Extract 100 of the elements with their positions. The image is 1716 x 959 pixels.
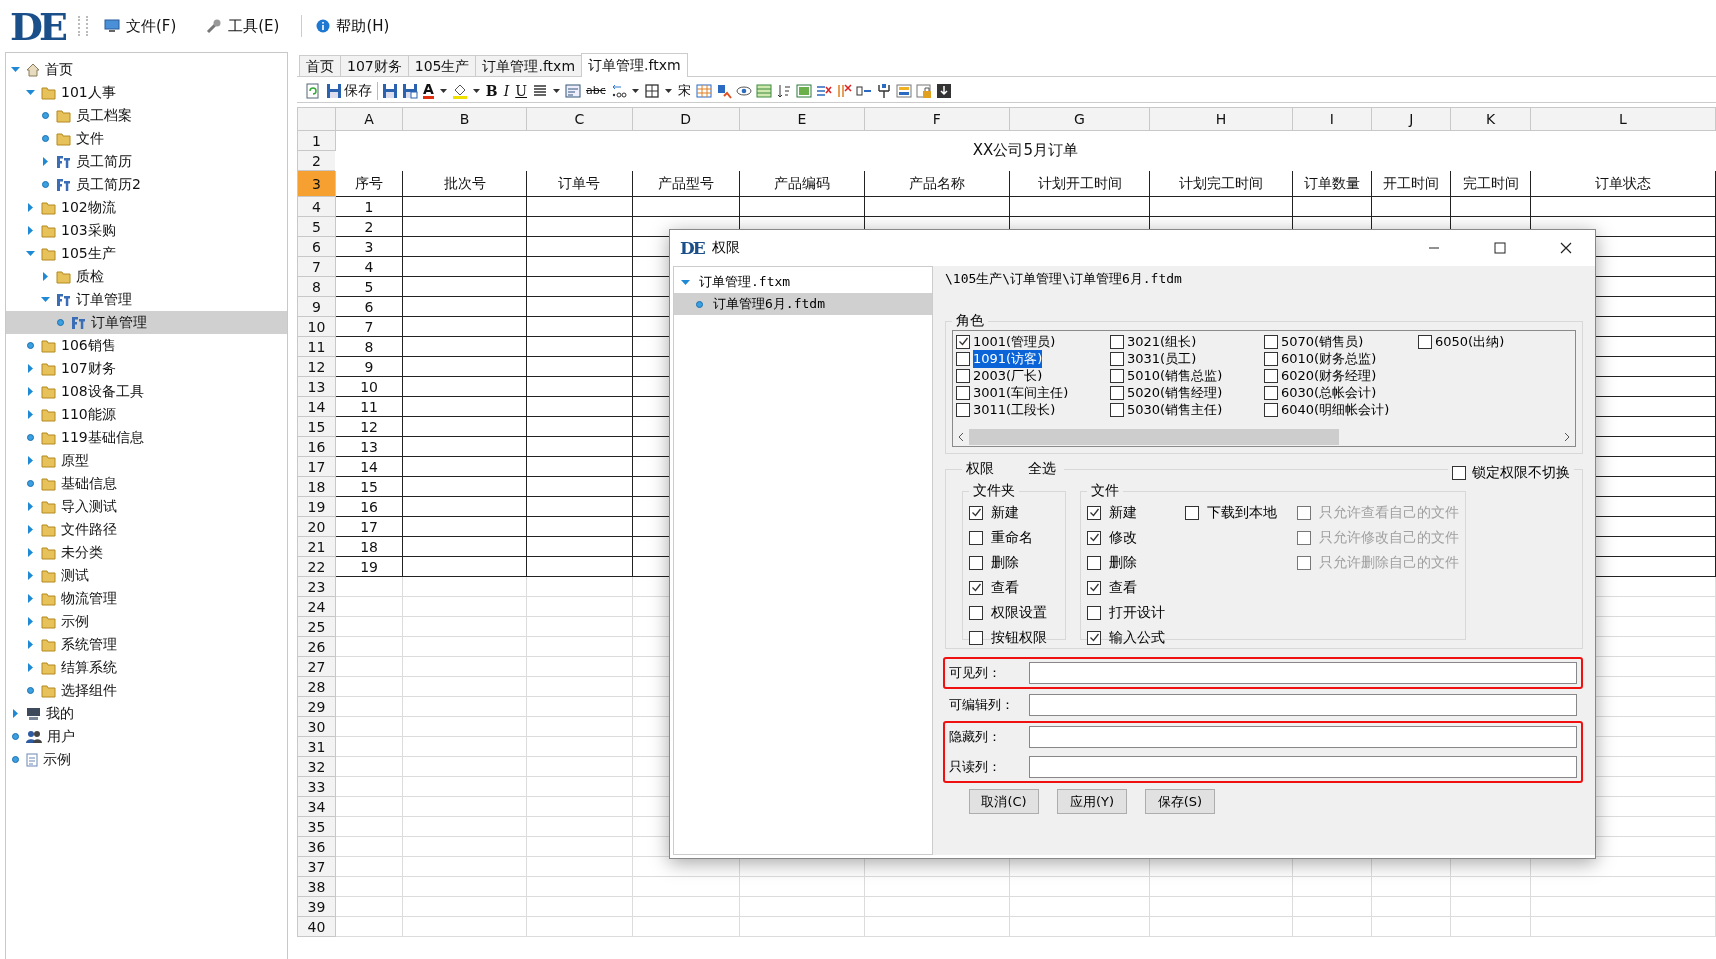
row-number[interactable]: 17 [297,456,336,477]
role-label[interactable]: 5020(销售经理) [1127,383,1223,402]
expanded-arrow-icon[interactable] [25,87,36,98]
role-label[interactable]: 3011(工段长) [973,400,1056,419]
collapsed-arrow-icon[interactable] [25,593,36,604]
checkbox[interactable] [1264,402,1278,417]
checkbox[interactable] [1264,351,1278,366]
checkbox[interactable] [956,385,970,400]
role-label[interactable]: 5030(销售主任) [1127,400,1223,419]
scrollbar-thumb[interactable] [969,429,1339,445]
tree-item[interactable]: 108设备工具 [61,382,144,401]
row-number[interactable]: 9 [297,296,336,317]
row-number[interactable]: 11 [297,336,336,357]
expanded-arrow-icon[interactable] [25,248,36,259]
collapsed-arrow-icon[interactable] [25,202,36,213]
checkbox[interactable] [1452,466,1466,480]
checkbox[interactable] [1087,580,1101,595]
role-label[interactable]: 6010(财务总监) [1281,349,1377,368]
role-label[interactable]: 3031(员工) [1127,349,1197,368]
tree-item[interactable]: 102物流 [61,198,116,217]
tree-item[interactable]: 导入测试 [61,497,117,516]
checkbox[interactable] [1087,555,1101,570]
bold-button[interactable]: B [484,80,499,101]
checkbox-label[interactable]: 打开设计 [1109,603,1165,622]
image-icon[interactable] [795,82,812,99]
collapsed-arrow-icon[interactable] [25,363,36,374]
collapsed-arrow-icon[interactable] [25,455,36,466]
checkbox[interactable] [1087,630,1101,645]
checkbox-label[interactable]: 重命名 [991,528,1033,547]
tree-item[interactable]: 101人事 [61,83,116,102]
tree-item[interactable]: 示例 [43,750,71,769]
checkbox-label[interactable]: 新建 [991,503,1019,522]
tree-item[interactable]: 119基础信息 [61,428,144,447]
role-label[interactable]: 3001(车间主任) [973,383,1069,402]
collapsed-arrow-icon[interactable] [25,501,36,512]
align-icon[interactable] [532,82,549,99]
tree-item[interactable]: 示例 [61,612,89,631]
row-number[interactable]: 5 [297,216,336,237]
row-number[interactable]: 8 [297,276,336,297]
row-number[interactable]: 14 [297,396,336,417]
checkbox[interactable] [969,605,983,620]
row-number[interactable]: 38 [297,876,336,897]
tree-item[interactable]: 员工简历 [76,152,132,171]
role-label[interactable]: 1091(访客) [973,349,1043,368]
save-icon[interactable] [382,82,398,99]
role-label[interactable]: 6030(总帐会计) [1281,383,1377,402]
expanded-arrow-icon[interactable] [10,64,21,75]
tree-item[interactable]: 员工简历2 [76,175,141,194]
tree-item[interactable]: 用户 [47,727,75,746]
checkbox[interactable] [956,402,970,417]
row-number[interactable]: 18 [297,476,336,497]
checkbox-label[interactable]: 权限设置 [991,603,1047,622]
checkbox[interactable] [1110,402,1124,417]
row-number[interactable]: 13 [297,376,336,397]
row-number[interactable]: 20 [297,516,336,537]
collapsed-arrow-icon[interactable] [40,271,51,282]
paint-bucket-icon[interactable] [451,82,468,99]
tree-item[interactable]: 文件路径 [61,520,117,539]
column-header[interactable]: I [1292,107,1372,131]
checkbox-label[interactable]: 查看 [991,578,1019,597]
input-field[interactable] [1029,694,1577,716]
strikethrough-button[interactable]: abc [585,80,607,101]
row-number[interactable]: 12 [297,356,336,377]
tree-item[interactable]: 结算系统 [61,658,117,677]
tab[interactable]: 首页 [299,55,341,76]
column-header[interactable]: H [1149,107,1293,131]
tree-item[interactable]: 105生产 [61,244,116,263]
menu-item[interactable]: 文件(F) [95,12,185,40]
role-label[interactable]: 6050(出纳) [1435,332,1505,351]
row-number[interactable]: 3 [297,170,336,197]
tree-item[interactable]: 测试 [61,566,89,585]
font-color-button[interactable]: A [422,80,435,101]
row-number[interactable]: 16 [297,436,336,457]
checkbox[interactable] [969,505,983,520]
checkbox-label[interactable]: 删除 [991,553,1019,572]
tree-item[interactable]: 原型 [61,451,89,470]
collapsed-arrow-icon[interactable] [25,524,36,535]
tab[interactable]: 订单管理.ftxm [581,53,688,77]
tree-item[interactable]: 质检 [76,267,104,286]
tree-item[interactable]: 订单管理 [91,313,147,332]
tree-item[interactable]: 我的 [46,704,74,723]
row-number[interactable]: 34 [297,796,336,817]
row-number[interactable]: 37 [297,856,336,877]
checkbox-label[interactable]: 按钮权限 [991,628,1047,647]
checkbox[interactable] [956,368,970,383]
checkbox-label[interactable]: 输入公式 [1109,628,1165,647]
row-number[interactable]: 22 [297,556,336,577]
tree-item[interactable]: 未分类 [61,543,103,562]
maximize-icon[interactable] [1493,241,1507,255]
column-header[interactable]: B [402,107,527,131]
tree-item[interactable]: 基础信息 [61,474,117,493]
checkbox[interactable] [1264,385,1278,400]
column-header[interactable]: K [1450,107,1531,131]
sort-icon[interactable] [775,82,792,99]
row-number[interactable]: 23 [297,576,336,597]
row-number[interactable]: 31 [297,736,336,757]
tree-item[interactable]: 110能源 [61,405,116,424]
form-icon[interactable] [895,82,912,99]
column-header[interactable]: J [1371,107,1451,131]
column-header[interactable]: A [335,107,403,131]
